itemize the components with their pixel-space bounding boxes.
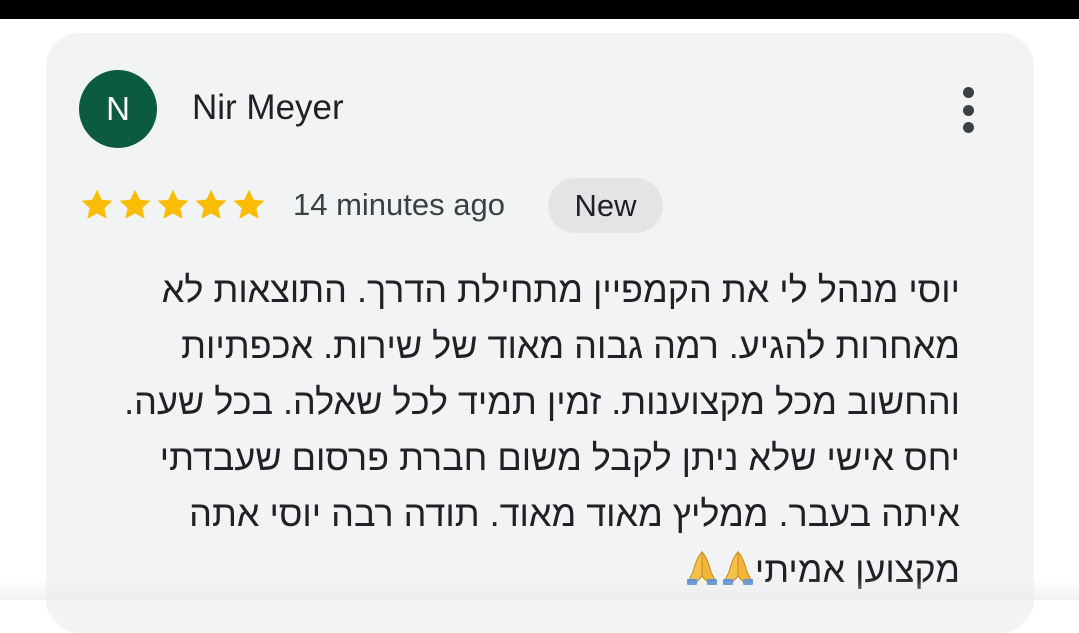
star-icon: [233, 189, 265, 219]
star-icon: [157, 189, 189, 219]
more-vert-icon-dot: [962, 122, 974, 133]
reviewer-name[interactable]: Nir Meyer: [192, 87, 344, 129]
screen-top-bar: [0, 0, 1079, 19]
more-vert-icon: [962, 87, 974, 98]
review-text-line: איתה בעבר. ממליץ מאוד מאוד. תודה רבה יוס…: [189, 493, 960, 534]
avatar-initial: N: [106, 90, 130, 127]
star-icon: [81, 189, 113, 219]
review-timestamp: 14 minutes ago: [293, 187, 505, 222]
star-icon: [119, 189, 151, 219]
review-text-line: יחס אישי שלא ניתן לקבל משום חברת פרסום ש…: [159, 437, 960, 478]
star-icon: [195, 189, 227, 219]
review-text-line: והחשוב מכל מקצוענות. זמין תמיד לכל שאלה.…: [124, 381, 960, 422]
review-text-line: יוסי מנהל לי את הקמפיין מתחילת הדרך. התו…: [161, 269, 960, 310]
new-badge: New: [548, 178, 663, 233]
star-rating: [79, 187, 267, 223]
more-vert-icon-dot: [962, 104, 974, 116]
review-text: יוסי מנהל לי את הקמפיין מתחילת הדרך. התו…: [60, 262, 960, 598]
more-options-button[interactable]: [948, 84, 988, 136]
avatar[interactable]: N: [79, 70, 157, 148]
bottom-fade: [0, 578, 1079, 600]
review-text-line: מאחרות להגיע. רמה גבוה מאוד של שירות. אכ…: [181, 325, 960, 366]
